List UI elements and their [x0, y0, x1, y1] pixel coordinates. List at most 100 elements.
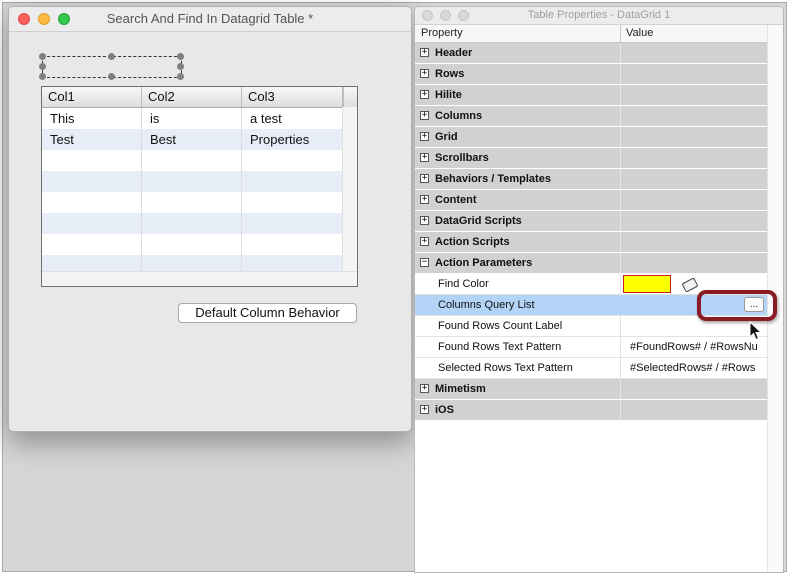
stack-window-titlebar[interactable]: Search And Find In Datagrid Table *	[9, 7, 411, 32]
column-divider[interactable]	[620, 25, 621, 42]
expand-plus-icon[interactable]: +	[420, 48, 429, 57]
value-cell[interactable]: #SelectedRows# / #Rows	[620, 358, 767, 378]
section-content[interactable]: + Content	[415, 190, 767, 211]
section-datagrid-scripts[interactable]: + DataGrid Scripts	[415, 211, 767, 232]
table-cell[interactable]	[42, 213, 142, 234]
table-cell[interactable]: Test	[42, 129, 142, 150]
property-table-header: Property Value	[415, 25, 767, 43]
resize-handle[interactable]	[177, 63, 184, 70]
resize-handle[interactable]	[39, 73, 46, 80]
section-rows[interactable]: + Rows	[415, 64, 767, 85]
table-cell[interactable]: Best	[142, 129, 242, 150]
section-ios[interactable]: + iOS	[415, 400, 767, 421]
section-scrollbars[interactable]: + Scrollbars	[415, 148, 767, 169]
zoom-button[interactable]	[58, 13, 70, 25]
table-cell[interactable]	[42, 150, 142, 171]
section-header[interactable]: + Header	[415, 43, 767, 64]
property-row-found-rows-text-pattern[interactable]: Found Rows Text Pattern #FoundRows# / #R…	[415, 337, 767, 358]
table-row-empty[interactable]	[42, 234, 357, 255]
property-column-header[interactable]: Property	[421, 25, 463, 42]
table-cell[interactable]	[142, 171, 242, 192]
table-cell[interactable]	[242, 171, 343, 192]
section-label: Rows	[435, 68, 465, 80]
close-button[interactable]	[18, 13, 30, 25]
resize-handle[interactable]	[177, 53, 184, 60]
close-button[interactable]	[422, 10, 433, 21]
property-label: Found Rows Text Pattern	[438, 341, 562, 353]
table-cell[interactable]: This	[42, 108, 142, 129]
resize-handle[interactable]	[108, 73, 115, 80]
zoom-button[interactable]	[458, 10, 469, 21]
expand-plus-icon[interactable]: +	[420, 69, 429, 78]
expand-plus-icon[interactable]: +	[420, 132, 429, 141]
expand-plus-icon[interactable]: +	[420, 153, 429, 162]
expand-plus-icon[interactable]: +	[420, 90, 429, 99]
table-row-empty[interactable]	[42, 171, 357, 192]
table-cell[interactable]	[242, 150, 343, 171]
section-hilite[interactable]: + Hilite	[415, 85, 767, 106]
value-cell	[620, 85, 767, 105]
table-cell[interactable]	[142, 150, 242, 171]
section-label: Header	[435, 47, 473, 59]
table-row[interactable]: Test Best Properties	[42, 129, 357, 150]
column-header-col1[interactable]: Col1	[42, 87, 142, 107]
table-cell[interactable]	[242, 213, 343, 234]
vertical-scrollbar[interactable]	[342, 107, 357, 272]
expand-plus-icon[interactable]: +	[420, 195, 429, 204]
value-cell	[620, 400, 767, 420]
resize-handle[interactable]	[39, 63, 46, 70]
properties-window-title: Table Properties - DataGrid 1	[527, 9, 671, 21]
table-cell[interactable]	[142, 192, 242, 213]
value-column-header[interactable]: Value	[626, 25, 653, 42]
section-label: Columns	[435, 110, 483, 122]
resize-handle[interactable]	[108, 53, 115, 60]
table-cell[interactable]	[42, 171, 142, 192]
section-grid[interactable]: + Grid	[415, 127, 767, 148]
table-cell[interactable]	[242, 192, 343, 213]
eraser-icon[interactable]	[681, 277, 699, 293]
section-behaviors-templates[interactable]: + Behaviors / Templates	[415, 169, 767, 190]
table-cell[interactable]: Properties	[242, 129, 343, 150]
table-cell[interactable]	[242, 234, 343, 255]
expand-plus-icon[interactable]: +	[420, 111, 429, 120]
table-row[interactable]: This is a test	[42, 108, 357, 129]
property-row-selected-rows-text-pattern[interactable]: Selected Rows Text Pattern #SelectedRows…	[415, 358, 767, 379]
table-cell[interactable]	[142, 234, 242, 255]
expand-plus-icon[interactable]: +	[420, 405, 429, 414]
window-title: Search And Find In Datagrid Table *	[106, 11, 314, 26]
table-cell[interactable]	[42, 234, 142, 255]
stack-window: Search And Find In Datagrid Table * Col1…	[8, 6, 412, 432]
resize-handle[interactable]	[177, 73, 184, 80]
section-mimetism[interactable]: + Mimetism	[415, 379, 767, 400]
default-column-behavior-button[interactable]: Default Column Behavior	[178, 303, 357, 323]
resize-handle[interactable]	[39, 53, 46, 60]
datagrid-table[interactable]: Col1 Col2 Col3 This is a test Test Best …	[41, 86, 358, 287]
section-action-parameters[interactable]: − Action Parameters	[415, 253, 767, 274]
expand-plus-icon[interactable]: +	[420, 216, 429, 225]
value-cell	[620, 106, 767, 126]
properties-titlebar[interactable]: Table Properties - DataGrid 1	[415, 7, 783, 25]
property-label: Found Rows Count Label	[438, 320, 563, 332]
column-header-col3[interactable]: Col3	[242, 87, 343, 107]
expand-plus-icon[interactable]: +	[420, 384, 429, 393]
section-action-scripts[interactable]: + Action Scripts	[415, 232, 767, 253]
column-header-col2[interactable]: Col2	[142, 87, 242, 107]
value-cell	[620, 148, 767, 168]
value-cell[interactable]: #FoundRows# / #RowsNu	[620, 337, 767, 357]
section-columns[interactable]: + Columns	[415, 106, 767, 127]
minimize-button[interactable]	[440, 10, 451, 21]
collapse-minus-icon[interactable]: −	[420, 258, 429, 267]
table-row-empty[interactable]	[42, 150, 357, 171]
minimize-button[interactable]	[38, 13, 50, 25]
table-row-empty[interactable]	[42, 213, 357, 234]
table-row-empty[interactable]	[42, 192, 357, 213]
expand-plus-icon[interactable]: +	[420, 237, 429, 246]
table-cell[interactable]: a test	[242, 108, 343, 129]
table-cell[interactable]	[142, 213, 242, 234]
table-cell[interactable]	[42, 192, 142, 213]
value-cell	[620, 379, 767, 399]
find-color-swatch[interactable]	[623, 275, 671, 293]
table-cell[interactable]: is	[142, 108, 242, 129]
expand-plus-icon[interactable]: +	[420, 174, 429, 183]
horizontal-scrollbar[interactable]	[42, 271, 357, 286]
